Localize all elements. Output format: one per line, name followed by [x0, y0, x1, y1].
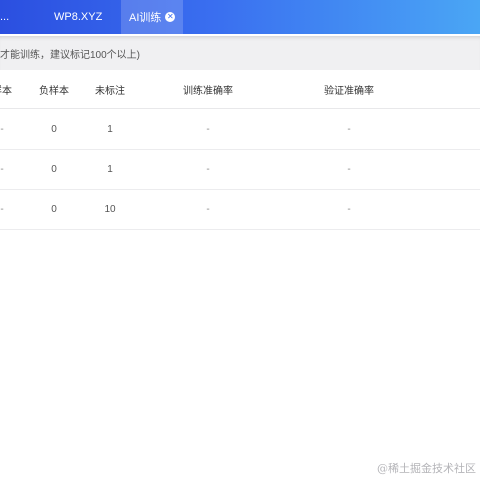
tab-label: WP8.XYZ [54, 11, 103, 23]
close-icon[interactable]: ✕ [165, 12, 176, 22]
tab-label: ... [0, 11, 10, 23]
cell-samples: - [0, 163, 4, 175]
header-val-accuracy: 验证准确率 [324, 85, 374, 97]
header-negative-samples: 负样本 [39, 85, 69, 97]
tab-label: AI训练 [129, 12, 162, 24]
cell-val-accuracy: - [347, 123, 351, 135]
tab-truncated[interactable]: ... [0, 0, 9, 34]
watermark: @稀土掘金技术社区 [377, 462, 476, 475]
cell-val-accuracy: - [347, 163, 351, 175]
cell-unlabeled: 10 [104, 203, 116, 215]
cell-train-accuracy: - [206, 203, 210, 215]
cell-unlabeled: 1 [107, 123, 113, 135]
cell-negative-samples: 0 [51, 123, 57, 135]
header-unlabeled: 未标注 [95, 85, 125, 97]
tab-bar: ... WP8.XYZ AI训练 ✕ [0, 0, 480, 34]
header-samples: 样本 [0, 85, 12, 97]
cell-samples: - [0, 203, 4, 215]
table-row[interactable]: - 0 1 - - [0, 109, 480, 150]
cell-train-accuracy: - [206, 123, 210, 135]
training-notice: 才能训练，建议标记100个以上) [0, 36, 480, 70]
cell-negative-samples: 0 [51, 203, 57, 215]
table-row[interactable]: - 0 1 - - [0, 149, 480, 190]
tab-ai-training[interactable]: AI训练 ✕ [121, 0, 184, 34]
table-row[interactable]: - 0 10 - - [0, 189, 480, 230]
table-header: 样本 负样本 未标注 训练准确率 验证准确率 [0, 70, 480, 109]
cell-negative-samples: 0 [51, 163, 57, 175]
cell-train-accuracy: - [206, 163, 210, 175]
tab-wp8[interactable]: WP8.XYZ [54, 0, 102, 34]
cell-samples: - [0, 123, 4, 135]
cell-val-accuracy: - [347, 203, 351, 215]
notice-text: 才能训练，建议标记100个以上) [0, 49, 141, 61]
cell-unlabeled: 1 [107, 163, 113, 175]
header-train-accuracy: 训练准确率 [183, 85, 233, 97]
